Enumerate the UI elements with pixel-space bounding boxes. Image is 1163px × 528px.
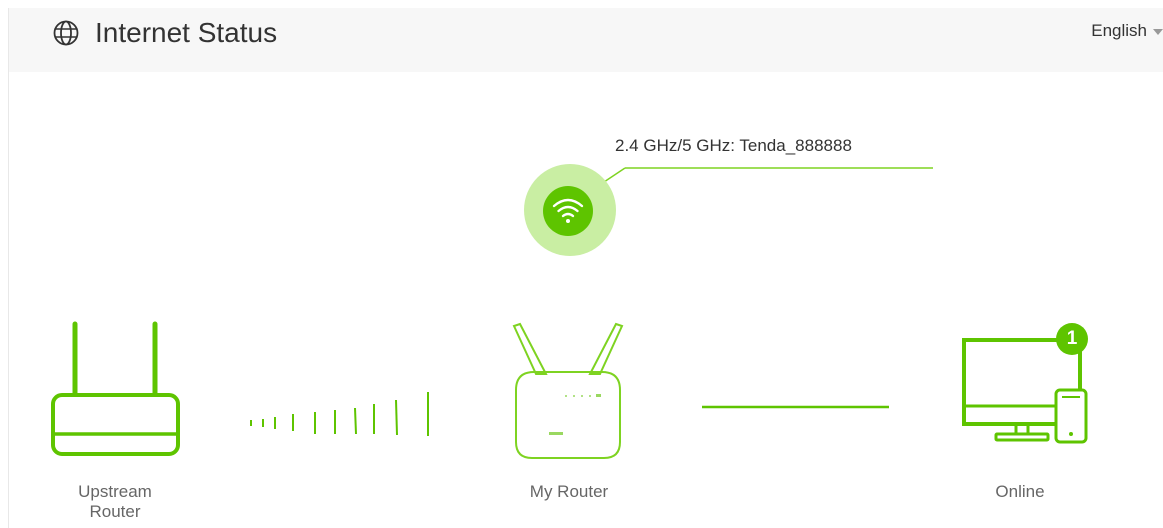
page-title: Internet Status <box>95 17 278 48</box>
wifi-disc <box>543 186 593 236</box>
connection-line <box>702 405 889 409</box>
caret-down-icon <box>1153 29 1163 35</box>
online-label: Online <box>995 482 1045 501</box>
wifi-badge[interactable] <box>523 163 617 257</box>
header: Internet Status English <box>9 8 1163 72</box>
my-router-icon[interactable] <box>504 318 634 464</box>
globe-icon <box>53 20 79 46</box>
signal-bars-icon <box>250 392 429 436</box>
upstream-router-label: Upstream Router <box>78 482 152 521</box>
language-label: English <box>1091 21 1147 40</box>
language-selector[interactable]: English <box>1091 21 1163 41</box>
upstream-router-icon <box>51 321 180 456</box>
my-router-label: My Router <box>529 482 609 501</box>
client-count-badge: 1 <box>1056 323 1088 355</box>
client-count: 1 <box>1066 328 1078 349</box>
ssid-text: 2.4 GHz/5 GHz: Tenda_888888 <box>615 136 852 155</box>
